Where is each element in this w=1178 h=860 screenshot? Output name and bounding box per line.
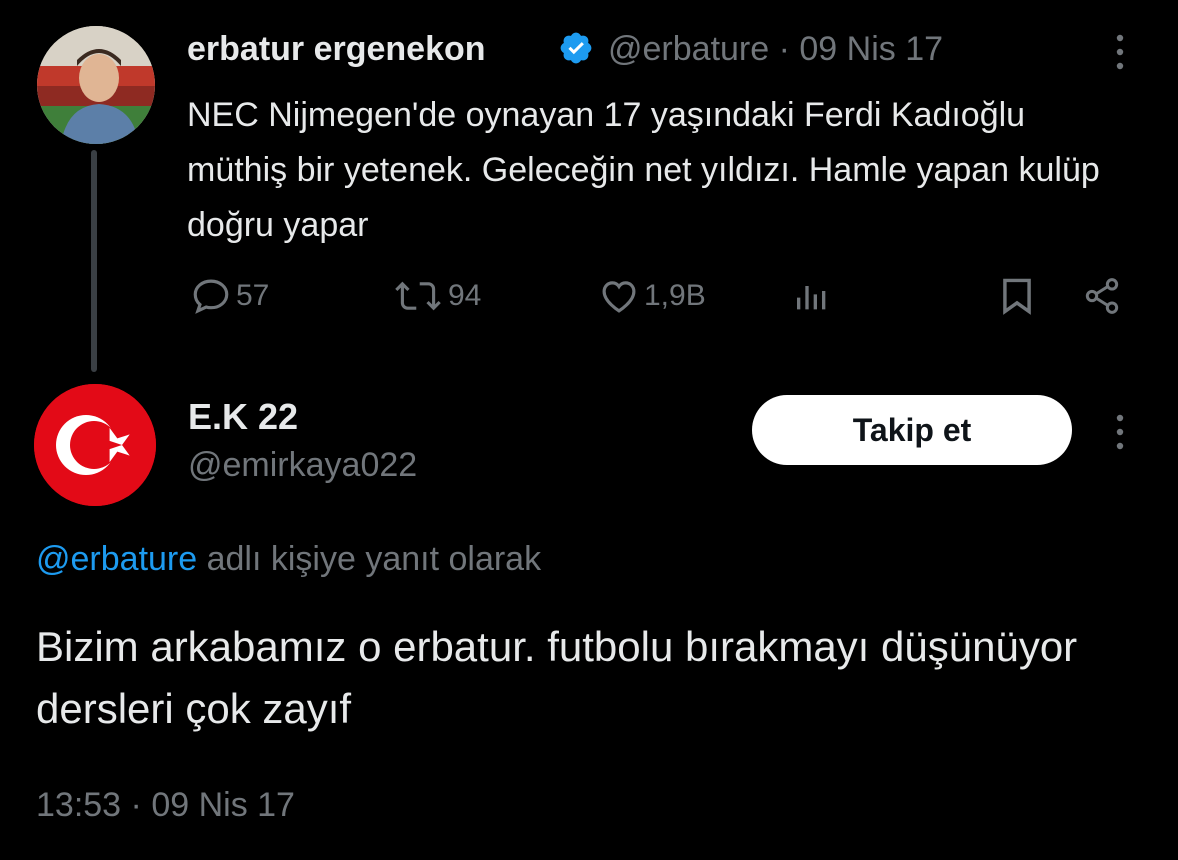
analytics-icon [797,286,826,310]
retweet-button[interactable]: 94 [392,275,481,317]
reply-to-mention-link[interactable]: @erbature [36,540,197,578]
views-button[interactable] [792,275,832,317]
verified-badge-icon [558,30,594,66]
avatar-ek22-turkish-flag[interactable] [34,384,156,506]
author-handle[interactable]: @erbature [608,30,769,68]
reply-time: 13:53 [36,786,122,824]
reply-date: 09 Nis 17 [151,786,295,824]
thread-connector-line [91,150,97,372]
reply-more-options-icon[interactable] [1110,412,1130,452]
reply-icon [193,279,229,314]
bookmark-button[interactable] [998,275,1036,317]
share-icon [1085,278,1119,314]
reply-author-name[interactable]: E.K 22 [188,396,298,438]
share-button[interactable] [1082,275,1122,317]
reply-tweet-text: Bizim arkabamız o erbatur. futbolu bırak… [36,623,1078,732]
replying-to-line: @erbature adlı kişiye yanıt olarak [36,540,541,579]
reply-button[interactable]: 57 [190,275,269,317]
heart-icon [602,281,636,313]
like-button[interactable]: 1,9B [598,275,706,317]
author-handle-and-date: @erbature · 09 Nis 17 [608,30,943,69]
separator-dot: · [130,786,142,824]
author-name[interactable]: erbatur ergenekon [187,30,486,69]
like-count: 1,9B [644,279,706,312]
more-options-icon[interactable] [1110,32,1130,72]
follow-button[interactable]: Takip et [752,395,1072,465]
separator-dot: · [778,30,790,68]
retweet-count: 94 [448,279,482,312]
bookmark-icon [1003,278,1031,315]
avatar-erbatur[interactable] [37,26,155,144]
reply-timestamp[interactable]: 13:53 · 09 Nis 17 [36,786,295,825]
reply-author-handle[interactable]: @emirkaya022 [188,446,417,485]
reply-to-suffix: adlı kişiye yanıt olarak [197,540,542,578]
reply-count: 57 [236,279,270,312]
retweet-icon [395,281,441,311]
tweet-text: NEC Nijmegen'de oynayan 17 yaşındaki Fer… [187,96,1100,244]
tweet-date[interactable]: 09 Nis 17 [799,30,943,68]
